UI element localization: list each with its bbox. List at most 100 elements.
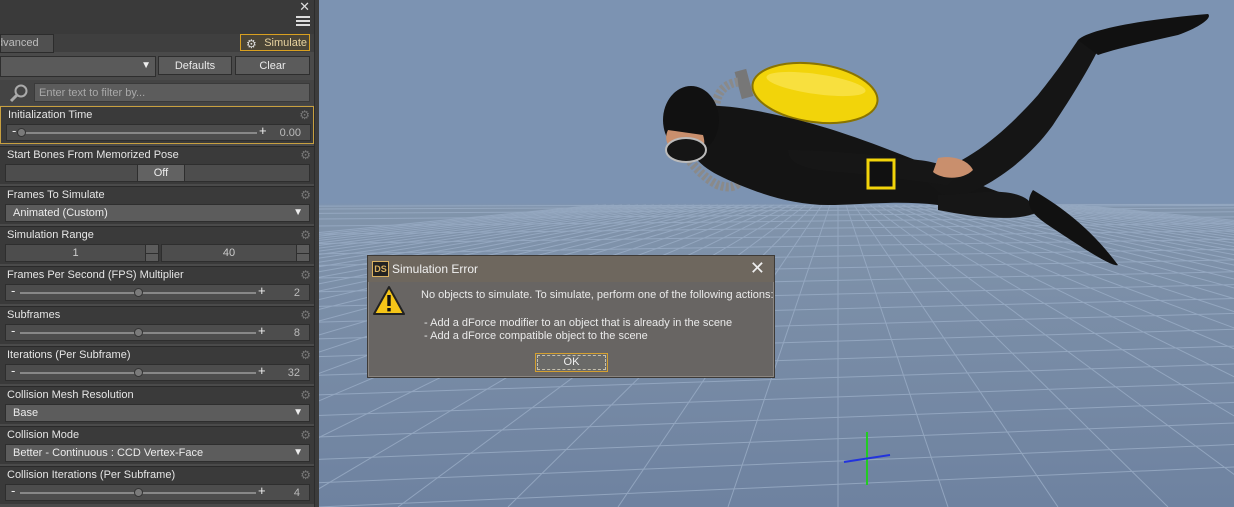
ok-button[interactable]: OK: [535, 353, 608, 372]
collision-mode-dropdown[interactable]: Better - Continuous : CCD Vertex-Face ▼: [5, 444, 310, 462]
slider[interactable]: - + 32: [5, 363, 310, 381]
range-start-spinner[interactable]: [145, 244, 159, 262]
slider-knob[interactable]: [17, 128, 26, 137]
axis-gizmo: [843, 432, 891, 485]
clear-button[interactable]: Clear: [235, 56, 310, 75]
filter-input[interactable]: [34, 83, 310, 102]
property-subframes: Subframes ⚙ - + 8: [0, 306, 314, 344]
property-fps-multiplier: Frames Per Second (FPS) Multiplier ⚙ - +…: [0, 266, 314, 304]
simulation-error-dialog: DS Simulation Error ✕ No objects to simu…: [367, 255, 775, 378]
property-label: Frames Per Second (FPS) Multiplier: [7, 269, 184, 281]
gear-icon[interactable]: ⚙: [300, 468, 311, 482]
error-bullet: - Add a dForce modifier to an object tha…: [424, 317, 733, 329]
gear-icon[interactable]: ⚙: [300, 348, 311, 362]
menu-icon[interactable]: [296, 14, 310, 26]
property-start-bones: Start Bones From Memorized Pose ⚙ Off: [0, 146, 314, 184]
range-end-field[interactable]: 40: [161, 244, 297, 262]
property-collision-iterations: Collision Iterations (Per Subframe) ⚙ - …: [0, 466, 314, 504]
minus-icon[interactable]: -: [12, 123, 16, 138]
slider-value[interactable]: 32: [288, 367, 300, 379]
slider-value[interactable]: 0.00: [280, 127, 301, 139]
property-label: Collision Iterations (Per Subframe): [7, 469, 176, 481]
property-label: Simulation Range: [7, 229, 94, 241]
slider[interactable]: - + 8: [5, 323, 310, 341]
slider[interactable]: - + 0.00: [6, 123, 311, 141]
slider-value[interactable]: 8: [294, 327, 300, 339]
panel-tabs: dvanced ⚙ Simulate: [0, 34, 314, 53]
range-fields: 1 40: [5, 244, 310, 262]
tab-advanced[interactable]: dvanced: [0, 34, 54, 53]
dialog-titlebar[interactable]: DS Simulation Error ✕: [368, 256, 774, 282]
close-icon[interactable]: ✕: [299, 0, 310, 13]
slider-value[interactable]: 2: [294, 287, 300, 299]
gear-icon[interactable]: ⚙: [299, 108, 310, 122]
slider[interactable]: - + 4: [5, 483, 310, 501]
filter-bar: [0, 80, 314, 105]
property-label: Start Bones From Memorized Pose: [7, 149, 179, 161]
daz-studio-logo-icon: DS: [372, 261, 389, 277]
viewport[interactable]: [318, 0, 1234, 507]
minus-icon[interactable]: -: [11, 323, 15, 338]
range-end-spinner[interactable]: [296, 244, 310, 262]
gears-icon: ⚙: [246, 37, 257, 51]
gear-icon[interactable]: ⚙: [300, 308, 311, 322]
dropdown-value: Base: [13, 407, 39, 419]
panel-header: ✕: [0, 0, 314, 35]
property-label: Collision Mesh Resolution: [7, 389, 134, 401]
range-start-field[interactable]: 1: [5, 244, 146, 262]
minus-icon[interactable]: -: [11, 283, 15, 298]
slider-value[interactable]: 4: [294, 487, 300, 499]
property-collision-mesh-resolution: Collision Mesh Resolution ⚙ Base ▼: [0, 386, 314, 424]
tab-simulate[interactable]: ⚙ Simulate: [240, 34, 310, 51]
dropdown-arrow-icon: ▼: [293, 447, 303, 458]
slider-knob[interactable]: [134, 368, 143, 377]
toggle-off-button[interactable]: Off: [137, 165, 185, 181]
dropdown-arrow-icon: ▼: [293, 207, 303, 218]
simulation-settings-panel: ✕ dvanced ⚙ Simulate ▼ Defaults Clear In…: [0, 0, 314, 507]
gear-icon[interactable]: ⚙: [300, 388, 311, 402]
error-bullet: - Add a dForce compatible object to the …: [424, 330, 648, 342]
property-initialization-time: Initialization Time ⚙ - + 0.00: [0, 106, 314, 144]
resolution-dropdown[interactable]: Base ▼: [5, 404, 310, 422]
property-frames-to-simulate: Frames To Simulate ⚙ Animated (Custom) ▼: [0, 186, 314, 224]
property-label: Initialization Time: [8, 109, 93, 121]
toggle[interactable]: Off: [5, 164, 310, 182]
property-label: Iterations (Per Subframe): [7, 349, 131, 361]
ok-button-label: OK: [537, 355, 606, 370]
minus-icon[interactable]: -: [11, 483, 15, 498]
plus-icon[interactable]: +: [258, 483, 266, 498]
property-iterations: Iterations (Per Subframe) ⚙ - + 32: [0, 346, 314, 384]
preset-dropdown[interactable]: ▼: [0, 56, 156, 77]
panel-splitter[interactable]: [314, 0, 319, 507]
gear-icon[interactable]: ⚙: [300, 428, 311, 442]
slider-knob[interactable]: [134, 328, 143, 337]
dropdown-value: Animated (Custom): [13, 207, 108, 219]
search-icon: [9, 84, 28, 103]
close-icon[interactable]: ✕: [750, 258, 765, 278]
property-label: Collision Mode: [7, 429, 80, 441]
preset-toolbar: ▼ Defaults Clear: [0, 55, 314, 77]
frames-dropdown[interactable]: Animated (Custom) ▼: [5, 204, 310, 222]
warning-icon: [373, 286, 405, 315]
gear-icon[interactable]: ⚙: [300, 148, 311, 162]
minus-icon[interactable]: -: [11, 363, 15, 378]
plus-icon[interactable]: +: [259, 123, 267, 138]
property-label: Subframes: [7, 309, 61, 321]
dropdown-arrow-icon: ▼: [141, 60, 151, 71]
dropdown-arrow-icon: ▼: [293, 407, 303, 418]
dropdown-value: Better - Continuous : CCD Vertex-Face: [13, 447, 204, 459]
slider[interactable]: - + 2: [5, 283, 310, 301]
slider-knob[interactable]: [134, 288, 143, 297]
defaults-button[interactable]: Defaults: [158, 56, 232, 75]
gear-icon[interactable]: ⚙: [300, 268, 311, 282]
gear-icon[interactable]: ⚙: [300, 228, 311, 242]
slider-knob[interactable]: [134, 488, 143, 497]
property-simulation-range: Simulation Range ⚙ 1 40: [0, 226, 314, 264]
plus-icon[interactable]: +: [258, 363, 266, 378]
plus-icon[interactable]: +: [258, 323, 266, 338]
slider-track: [21, 132, 257, 134]
property-label: Frames To Simulate: [7, 189, 105, 201]
plus-icon[interactable]: +: [258, 283, 266, 298]
tab-simulate-label: Simulate: [264, 37, 307, 49]
gear-icon[interactable]: ⚙: [300, 188, 311, 202]
